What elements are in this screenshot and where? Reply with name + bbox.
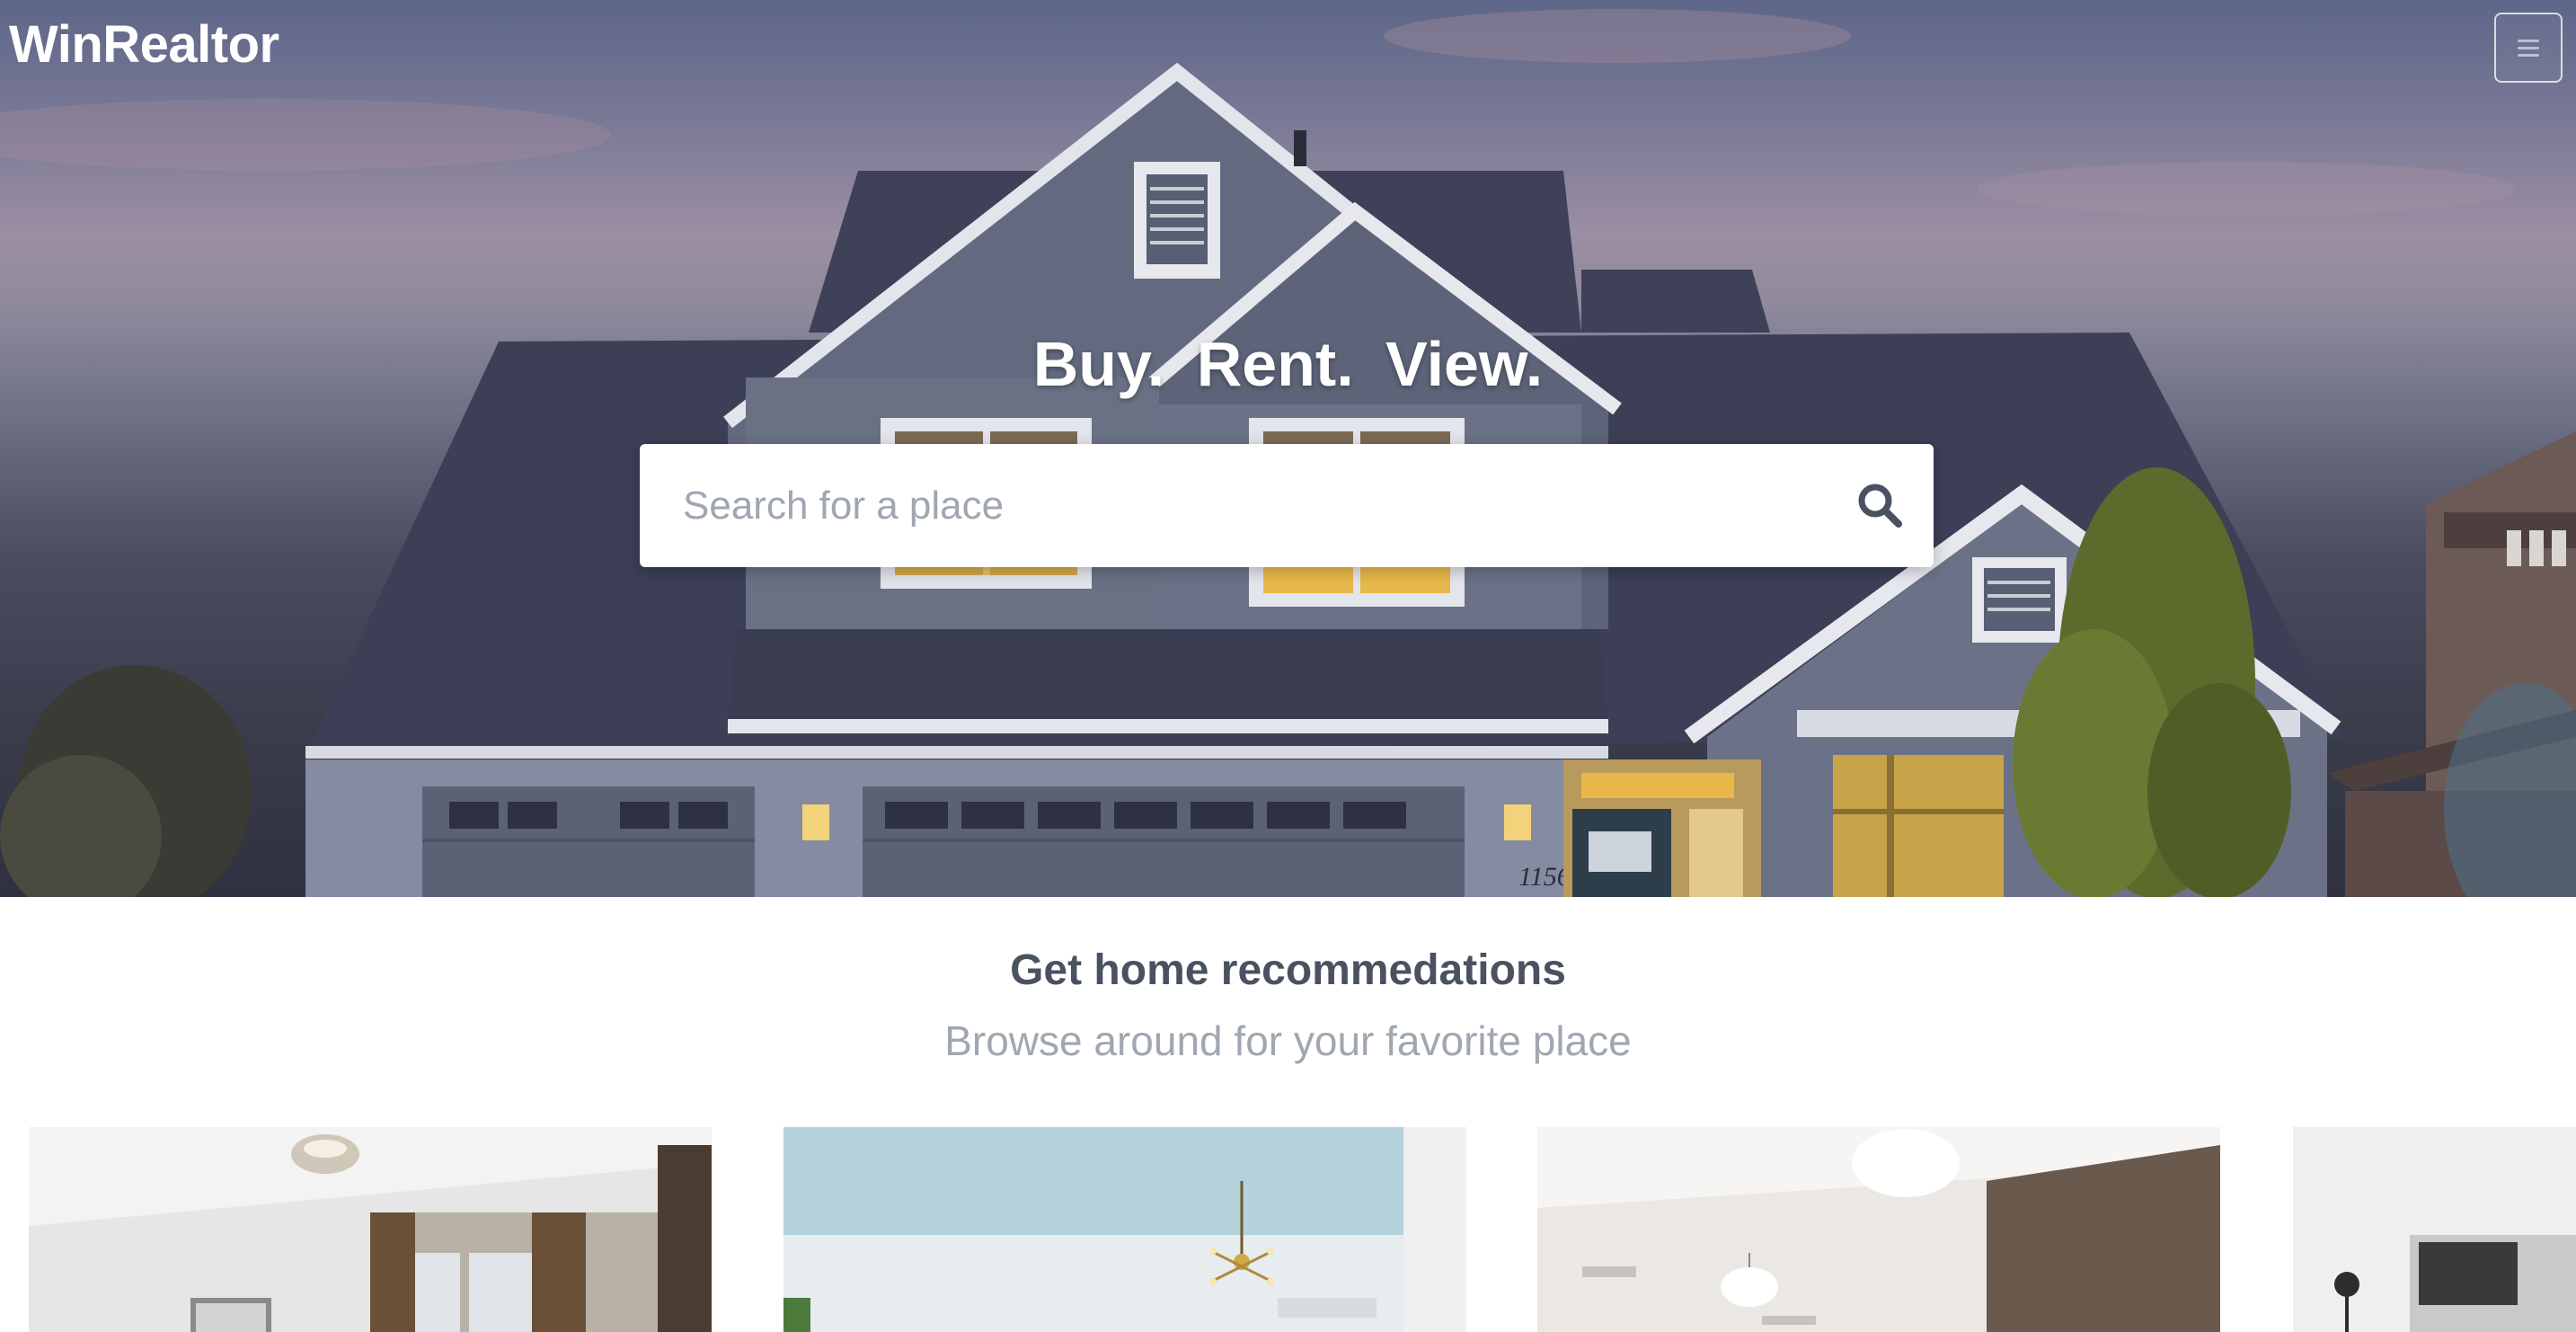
hamburger-menu-icon-bar [2518, 46, 2539, 49]
hamburger-menu-icon [2518, 39, 2539, 42]
search-input[interactable] [640, 444, 1808, 567]
home-card-3[interactable] [1537, 1127, 2220, 1332]
recommendations-title: Get home recommedations [1010, 946, 1566, 994]
search-bar [640, 444, 1934, 567]
home-card-2[interactable] [783, 1127, 1466, 1332]
brand-logo[interactable]: WinRealtor [9, 13, 279, 77]
hero-tagline: Buy. Rent. View. [1032, 329, 1544, 399]
home-photo [1537, 1127, 2220, 1332]
recommendations-subtitle: Browse around for your favorite place [944, 1017, 1632, 1064]
home-photo [29, 1127, 712, 1332]
home-photo [783, 1127, 1466, 1332]
home-photo [2293, 1127, 2576, 1332]
home-card-1[interactable] [29, 1127, 712, 1332]
menu-toggle-button[interactable] [2494, 13, 2563, 83]
house-number: 1156 [1518, 862, 1571, 892]
home-card-4[interactable] [2293, 1127, 2576, 1332]
hero-banner: 1156 WinRealtor Buy. Rent. View. [0, 0, 2576, 897]
hamburger-menu-icon-bar [2518, 53, 2539, 57]
search-icon [1858, 484, 1902, 528]
search-button[interactable] [1844, 469, 1916, 541]
